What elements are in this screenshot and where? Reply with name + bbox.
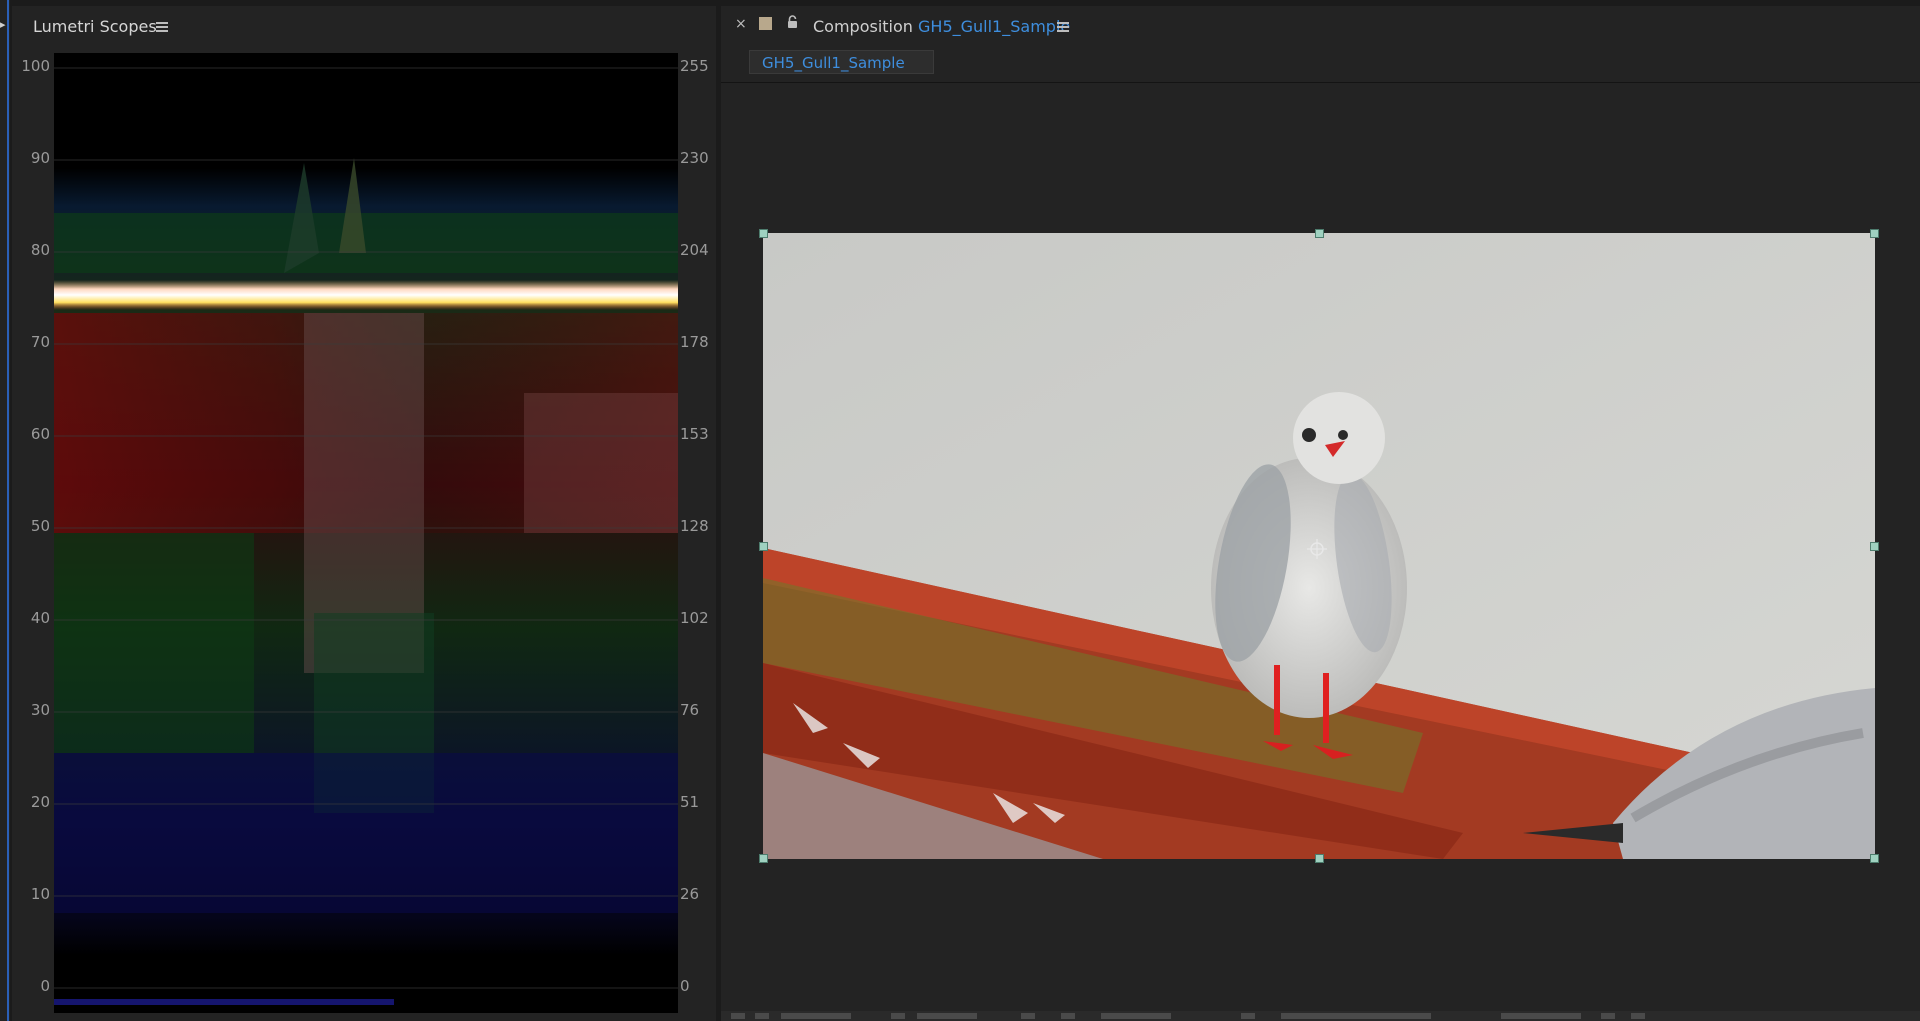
transform-handle-icon[interactable] [1870, 854, 1879, 863]
scale-right-label: 204 [680, 241, 709, 259]
composition-panel: × Composition GH5_Gull1_Sample GH5_Gull1… [721, 6, 1920, 1021]
scale-right-label: 255 [680, 57, 709, 75]
scale-left-label: 70 [30, 333, 50, 351]
hamburger-menu-icon[interactable] [156, 22, 168, 32]
scale-right-label: 26 [680, 885, 700, 903]
scale-right-label: 230 [680, 149, 709, 167]
lumetri-scopes-panel: Lumetri Scopes 100 90 80 70 60 50 40 30 … [12, 6, 716, 1021]
scale-left-label: 80 [30, 241, 50, 259]
transform-handle-icon[interactable] [759, 854, 768, 863]
lock-icon[interactable] [787, 15, 798, 29]
viewer-toolbar [721, 1011, 1920, 1021]
composition-name: GH5_Gull1_Sample [918, 17, 1071, 36]
panel-title[interactable]: Composition GH5_Gull1_Sample [813, 17, 1070, 36]
close-icon[interactable]: × [735, 16, 747, 32]
expand-arrow-icon[interactable]: ▸ [0, 18, 6, 31]
scale-left-label: 0 [40, 977, 50, 995]
panel-focus-edge [7, 0, 9, 1021]
rgb-waveform-scope [54, 53, 678, 1013]
transform-handle-icon[interactable] [759, 229, 768, 238]
hamburger-menu-icon[interactable] [1057, 22, 1069, 32]
scale-left-label: 60 [30, 425, 50, 443]
anchor-point-icon[interactable] [1306, 538, 1328, 560]
scale-left-label: 100 [21, 57, 50, 75]
scale-left-label: 20 [30, 793, 50, 811]
transform-handle-icon[interactable] [1315, 229, 1324, 238]
panel-title[interactable]: Lumetri Scopes [33, 17, 157, 36]
scale-left-label: 50 [30, 517, 50, 535]
scale-left-label: 10 [30, 885, 50, 903]
scale-right-label: 153 [680, 425, 709, 443]
divider [721, 82, 1920, 83]
panel-title-prefix: Composition [813, 17, 913, 36]
scale-left-label: 40 [30, 609, 50, 627]
label-color-swatch[interactable] [759, 17, 772, 30]
scale-right-label: 178 [680, 333, 709, 351]
composition-tab[interactable]: GH5_Gull1_Sample [749, 50, 934, 74]
composition-tab-label: GH5_Gull1_Sample [762, 54, 905, 72]
transform-handle-icon[interactable] [1870, 542, 1879, 551]
transform-handle-icon[interactable] [759, 542, 768, 551]
left-panel-edge: ▸ [0, 0, 10, 1021]
scale-right-label: 0 [680, 977, 690, 995]
panel-header: × Composition GH5_Gull1_Sample [721, 6, 1920, 40]
scale-left-label: 90 [30, 149, 50, 167]
scale-right-label: 128 [680, 517, 709, 535]
transform-handle-icon[interactable] [1315, 854, 1324, 863]
scale-right-label: 102 [680, 609, 709, 627]
scale-left-label: 30 [30, 701, 50, 719]
scale-right-label: 76 [680, 701, 700, 719]
scale-right-label: 51 [680, 793, 700, 811]
transform-handle-icon[interactable] [1870, 229, 1879, 238]
